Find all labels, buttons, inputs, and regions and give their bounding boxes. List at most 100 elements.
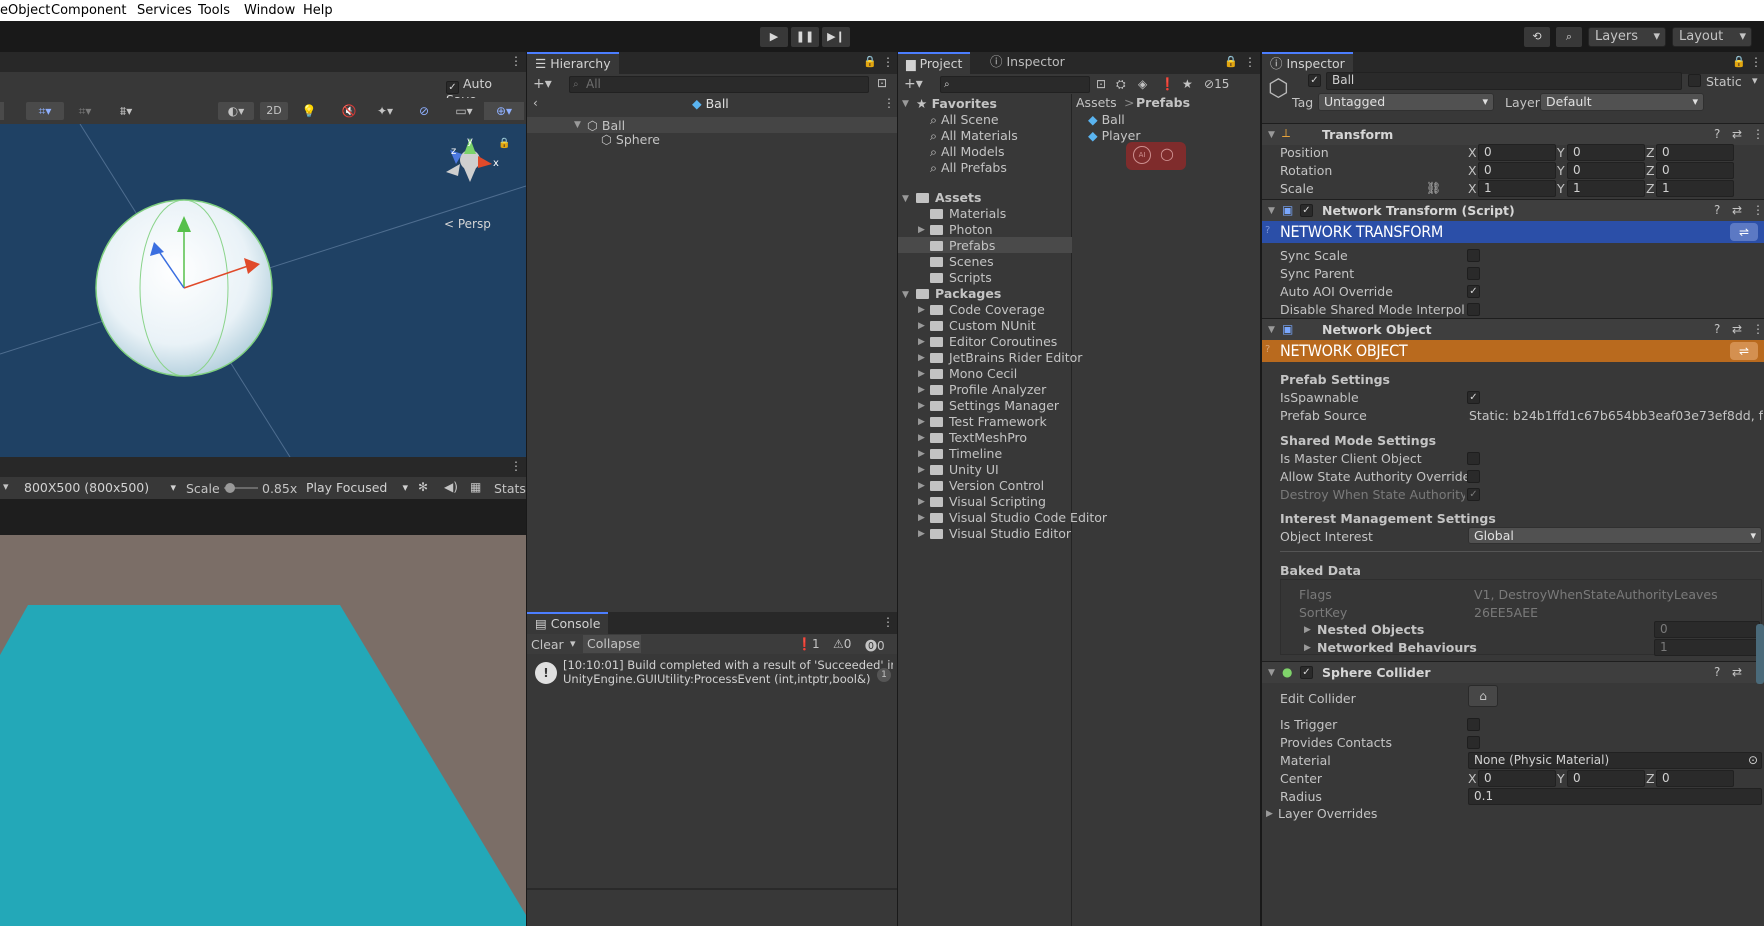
increment-snap-icon[interactable]: ⩩▾ <box>108 102 144 120</box>
collapse-triangle-icon[interactable]: ▶ <box>1266 809 1273 819</box>
camera-icon[interactable]: ▭▾ <box>446 102 482 120</box>
package-folder[interactable]: Visual Studio Code Editor <box>930 510 1107 525</box>
position-z-input[interactable]: 0 <box>1656 144 1734 161</box>
package-folder[interactable]: Mono Cecil <box>930 366 1017 381</box>
audio-icon[interactable]: 🔇 <box>336 102 362 120</box>
is-master-checkbox[interactable] <box>1467 452 1480 465</box>
expand-triangle-icon[interactable]: ▼ <box>902 290 909 300</box>
collapse-triangle-icon[interactable]: ▶ <box>918 369 925 379</box>
expand-triangle-icon[interactable]: ▼ <box>902 99 909 109</box>
stats-button[interactable]: Stats <box>494 481 526 496</box>
collapse-triangle-icon[interactable]: ▶ <box>918 305 925 315</box>
constrain-proportions-icon[interactable]: ⛓ <box>1426 181 1441 195</box>
mode-2d-button[interactable]: 2D <box>260 102 288 120</box>
collapse-triangle-icon[interactable]: ▶ <box>918 225 925 235</box>
collapse-button[interactable]: Collapse <box>583 635 641 653</box>
scale-x-input[interactable]: 1 <box>1478 180 1556 197</box>
search-icon[interactable]: ⌕ <box>1556 27 1582 47</box>
expand-triangle-icon[interactable]: ▼ <box>1268 130 1275 140</box>
object-picker-icon[interactable]: ⊙ <box>1748 753 1758 768</box>
tab-inspector-secondary[interactable]: ⓘ Inspector <box>982 52 1073 74</box>
tab-inspector[interactable]: ⓘ Inspector <box>1262 52 1353 74</box>
game-viewport[interactable] <box>0 535 526 926</box>
menu-tools[interactable]: Tools <box>198 3 230 18</box>
collapse-triangle-icon[interactable]: ▶ <box>918 465 925 475</box>
object-name-input[interactable]: Ball <box>1326 72 1682 90</box>
asset-folder[interactable]: Scripts <box>930 270 992 285</box>
package-folder[interactable]: Version Control <box>930 478 1044 493</box>
preset-icon[interactable]: ⇄ <box>1732 203 1742 217</box>
center-z-input[interactable]: 0 <box>1656 770 1734 787</box>
prefab-file-ball[interactable]: ◆ Ball <box>1088 112 1125 127</box>
menu-component[interactable]: Component <box>51 3 126 18</box>
hierarchy-search-input[interactable]: ⌕ All <box>569 76 869 93</box>
scale-y-input[interactable]: 1 <box>1567 180 1645 197</box>
filter-type-icon[interactable]: ⛭ <box>1116 77 1126 92</box>
collapse-triangle-icon[interactable]: ▶ <box>1304 643 1311 653</box>
rotation-x-input[interactable]: 0 <box>1478 162 1556 179</box>
more-icon[interactable]: ⋮ <box>1752 127 1764 141</box>
menu-window[interactable]: Window <box>244 3 295 18</box>
hierarchy-item-sphere[interactable]: ⬡ Sphere <box>601 132 660 147</box>
asset-folder[interactable]: Photon <box>930 222 993 237</box>
radius-input[interactable]: 0.1 <box>1468 788 1762 805</box>
package-folder[interactable]: JetBrains Rider Editor <box>930 350 1082 365</box>
collapse-triangle-icon[interactable]: ▶ <box>918 401 925 411</box>
enabled-checkbox[interactable]: ✓ <box>1300 204 1313 217</box>
expand-triangle-icon[interactable]: ▼ <box>574 120 581 130</box>
scene-viewport[interactable]: y z x 🔒 < Persp <box>0 124 526 457</box>
more-icon[interactable]: ⋮ <box>1244 55 1256 69</box>
lighting-icon[interactable]: 💡 <box>296 102 322 120</box>
expand-triangle-icon[interactable]: ▼ <box>1268 668 1275 678</box>
tab-hierarchy[interactable]: ☰ Hierarchy <box>527 52 619 74</box>
asset-folder[interactable]: Scenes <box>930 254 994 269</box>
back-icon[interactable]: ‹ <box>533 96 538 110</box>
favorite-item[interactable]: ⌕ All Materials <box>930 128 1018 144</box>
collapse-triangle-icon[interactable]: ▶ <box>918 417 925 427</box>
disable-shared-checkbox[interactable] <box>1467 303 1480 316</box>
hidden-objects-icon[interactable]: ⊘ <box>410 102 438 120</box>
add-icon[interactable]: +▾ <box>904 76 923 92</box>
collapse-triangle-icon[interactable]: ▶ <box>918 513 925 523</box>
scale-slider[interactable] <box>224 483 258 493</box>
assets-header[interactable]: Assets <box>916 190 981 205</box>
package-folder[interactable]: TextMeshPro <box>930 430 1027 445</box>
scale-slider-thumb[interactable] <box>225 483 235 493</box>
search-by-type-icon[interactable]: ⊡ <box>1096 77 1106 91</box>
package-folder[interactable]: Editor Coroutines <box>930 334 1057 349</box>
package-folder[interactable]: Visual Studio Editor <box>930 526 1071 541</box>
lock-icon[interactable]: 🔒 <box>1732 55 1746 68</box>
collapse-triangle-icon[interactable]: ▶ <box>918 529 925 539</box>
breadcrumb-assets[interactable]: Assets <box>1076 95 1117 110</box>
layout-dropdown[interactable]: Layout ▾ <box>1672 27 1752 47</box>
ai-search-overlay[interactable]: AI ○ <box>1126 142 1186 170</box>
effects-icon[interactable]: ✦▾ <box>368 102 402 120</box>
collapse-triangle-icon[interactable]: ▶ <box>918 353 925 363</box>
log-count-toggle[interactable]: ❗1 <box>797 637 820 651</box>
help-icon[interactable]: ? <box>1714 203 1720 217</box>
help-icon[interactable]: ? <box>1714 665 1720 679</box>
preset-icon[interactable]: ⇄ <box>1732 322 1742 336</box>
center-x-input[interactable]: 0 <box>1478 770 1556 787</box>
project-search-input[interactable]: ⌕ <box>940 76 1090 93</box>
object-interest-dropdown[interactable]: Global <box>1468 527 1762 544</box>
layers-dropdown[interactable]: Layers ▾ <box>1588 27 1666 47</box>
expand-triangle-icon[interactable]: ▼ <box>1268 206 1275 216</box>
warning-count-toggle[interactable]: ⚠0 <box>833 637 851 651</box>
favorites-header[interactable]: ★ Favorites <box>916 96 997 111</box>
rotation-y-input[interactable]: 0 <box>1567 162 1645 179</box>
material-field[interactable]: None (Physic Material) ⊙ <box>1468 752 1762 769</box>
add-icon[interactable]: +▾ <box>533 76 552 92</box>
asset-folder-prefabs[interactable]: Prefabs <box>930 238 995 253</box>
collapse-triangle-icon[interactable]: ▶ <box>918 497 925 507</box>
grid-icon[interactable]: ⌗▾ <box>68 102 102 120</box>
sync-parent-checkbox[interactable] <box>1467 267 1480 280</box>
position-x-input[interactable]: 0 <box>1478 144 1556 161</box>
more-icon[interactable]: ⋮ <box>1752 203 1764 217</box>
help-icon[interactable]: ? <box>1714 127 1720 141</box>
package-folder[interactable]: Timeline <box>930 446 1002 461</box>
layer-dropdown[interactable]: Default <box>1540 93 1704 111</box>
favorite-item[interactable]: ⌕ All Scene <box>930 112 999 128</box>
allow-state-checkbox[interactable] <box>1467 470 1480 483</box>
label-icon[interactable]: ◈ <box>1138 77 1147 91</box>
